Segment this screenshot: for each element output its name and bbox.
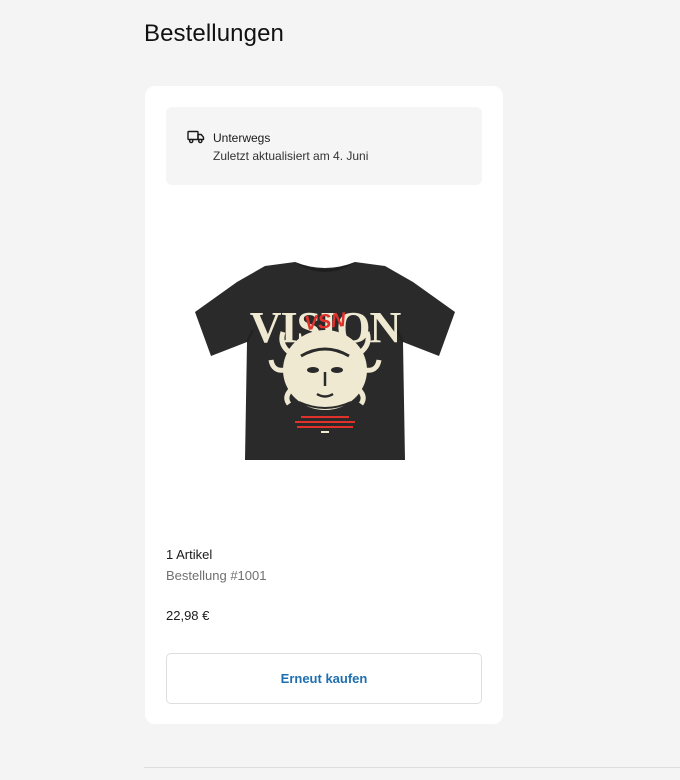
- status-title: Unterwegs: [213, 131, 271, 145]
- order-number: Bestellung #1001: [166, 568, 267, 583]
- order-status-box: Unterwegs Zuletzt aktualisiert am 4. Jun…: [166, 107, 482, 185]
- status-updated-text: Zuletzt aktualisiert am 4. Juni: [213, 149, 369, 163]
- page-title: Bestellungen: [144, 20, 284, 47]
- truck-icon: [187, 130, 205, 144]
- divider: [144, 767, 680, 768]
- shirt-print-overlay: VSN: [303, 309, 347, 335]
- orders-page: Bestellungen Unterwegs Zuletzt aktualisi…: [0, 0, 680, 780]
- item-count: 1 Artikel: [166, 547, 213, 562]
- order-total: 22,98 €: [166, 608, 210, 623]
- order-card[interactable]: Unterwegs Zuletzt aktualisiert am 4. Jun…: [145, 86, 503, 724]
- tshirt-image: VISION VSN: [195, 262, 455, 460]
- buy-again-button[interactable]: Erneut kaufen: [166, 653, 482, 704]
